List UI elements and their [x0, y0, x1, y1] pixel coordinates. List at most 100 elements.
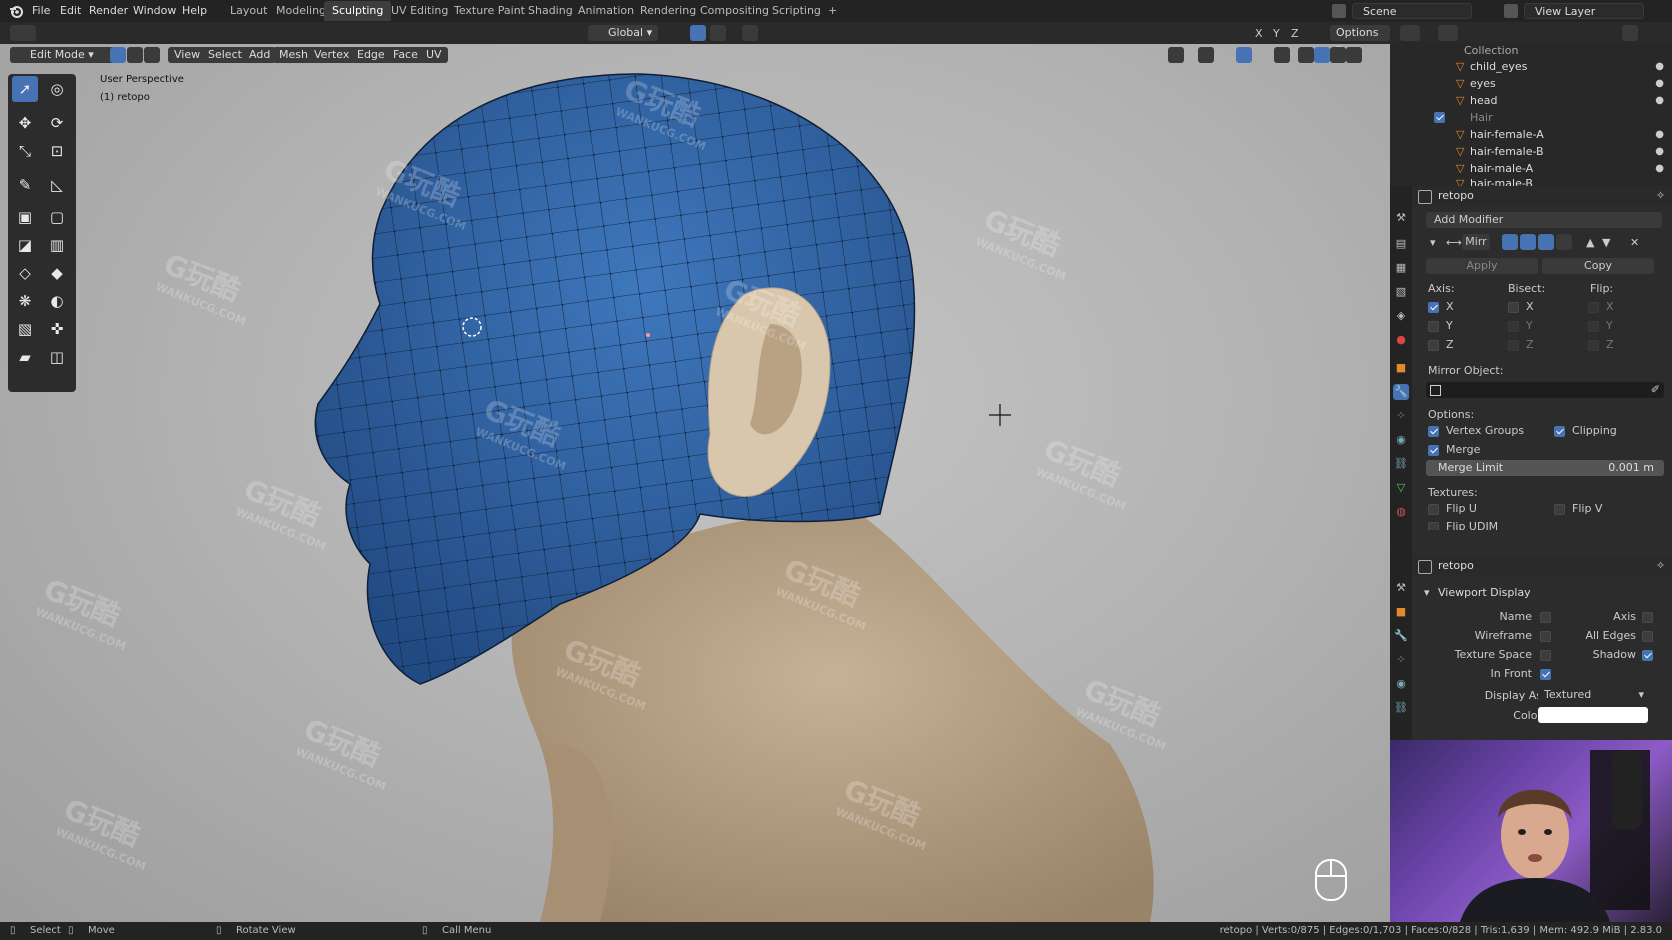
menu-window[interactable]: Window — [133, 4, 176, 17]
outliner-row-hair-male-b[interactable]: ▽ hair-male-B — [1390, 175, 1672, 186]
move-icon[interactable]: ✥ — [12, 110, 38, 136]
snap-target-icon[interactable] — [710, 25, 726, 41]
menu-select[interactable]: Select — [202, 47, 248, 63]
merge-limit-field[interactable]: Merge Limit 0.001 m — [1426, 460, 1664, 476]
flip-udim-checkbox[interactable] — [1428, 522, 1439, 530]
tool-settings-icon[interactable] — [46, 25, 62, 41]
inset-icon[interactable]: ▢ — [44, 204, 70, 230]
blender-logo-icon[interactable] — [8, 3, 24, 19]
snap-icon[interactable] — [690, 25, 706, 41]
axis-z-toggle[interactable]: Z — [1291, 27, 1299, 40]
clipping-checkbox[interactable] — [1554, 426, 1565, 437]
outliner-row-child-eyes[interactable]: ▽ child_eyes ● — [1390, 58, 1672, 75]
orientation-dropdown[interactable]: Global ▾ — [588, 25, 659, 41]
axis-z-checkbox[interactable] — [1428, 340, 1439, 351]
poly-build-icon[interactable]: ◆ — [44, 260, 70, 286]
extrude-icon[interactable]: ▣ — [12, 204, 38, 230]
axis-x-toggle[interactable]: X — [1255, 27, 1263, 40]
show-in-editmode-icon[interactable] — [1502, 234, 1518, 250]
gizmo-icon[interactable] — [1198, 47, 1214, 63]
view-layer-tab-icon[interactable]: ▧ — [1393, 284, 1409, 300]
name-checkbox[interactable] — [1540, 612, 1551, 623]
move-down-icon[interactable]: ▼ — [1602, 236, 1610, 249]
particles-tab-icon[interactable]: ⁘ — [1393, 408, 1409, 424]
view-layer-selector[interactable]: View Layer — [1524, 3, 1644, 19]
bisect-x-checkbox[interactable] — [1508, 302, 1519, 313]
constraints-tab-icon[interactable]: ⛓ — [1393, 700, 1409, 716]
proportional-edit-icon[interactable] — [742, 25, 758, 41]
add-workspace-button[interactable]: + — [820, 1, 845, 21]
modifier-tab-icon[interactable]: 🔧 — [1393, 384, 1409, 400]
render-tab-icon[interactable]: ▤ — [1393, 236, 1409, 252]
flip-z-checkbox[interactable] — [1588, 340, 1599, 351]
vertex-select-icon[interactable] — [110, 47, 126, 63]
tab-sculpting[interactable]: Sculpting — [324, 1, 392, 21]
scene-icon[interactable] — [1332, 4, 1346, 18]
rip-icon[interactable]: ◫ — [44, 344, 70, 370]
physics-tab-icon[interactable]: ◉ — [1393, 432, 1409, 448]
menu-uv[interactable]: UV — [420, 47, 448, 63]
options-dropdown[interactable]: Options ▾ — [1330, 25, 1390, 55]
show-render-icon[interactable] — [1538, 234, 1554, 250]
add-modifier-dropdown[interactable]: Add Modifier — [1426, 212, 1662, 228]
eye-icon[interactable]: ● — [1655, 75, 1664, 92]
tool-tab-icon[interactable]: ⚒ — [1393, 210, 1409, 226]
eye-icon[interactable]: ● — [1655, 58, 1664, 75]
output-tab-icon[interactable]: ▦ — [1393, 260, 1409, 276]
editor-type-icon[interactable] — [10, 25, 36, 41]
object-tab-icon[interactable]: ■ — [1393, 360, 1409, 376]
copy-button[interactable]: Copy — [1542, 258, 1654, 274]
flip-v-checkbox[interactable] — [1554, 504, 1565, 515]
spin-icon[interactable]: ❋ — [12, 288, 38, 314]
pin-icon[interactable]: ✧ — [1656, 559, 1665, 572]
menu-face[interactable]: Face — [387, 47, 424, 63]
show-viewport-icon[interactable] — [1520, 234, 1536, 250]
eye-icon[interactable]: ● — [1655, 126, 1664, 143]
axis-x-checkbox[interactable] — [1428, 302, 1439, 313]
shading-solid-icon[interactable] — [1314, 47, 1330, 63]
menu-file[interactable]: File — [32, 4, 50, 17]
outliner-row-hair-female-a[interactable]: ▽ hair-female-A ● — [1390, 126, 1672, 143]
outliner-row-collection[interactable]: Collection — [1390, 42, 1672, 59]
world-tab-icon[interactable]: ● — [1393, 332, 1409, 348]
texture-space-checkbox[interactable] — [1540, 650, 1551, 661]
color-swatch[interactable] — [1538, 707, 1648, 723]
menu-render[interactable]: Render — [89, 4, 128, 17]
scale-icon[interactable]: ⤡ — [12, 138, 38, 164]
eye-icon[interactable]: ● — [1655, 143, 1664, 160]
menu-view[interactable]: View — [168, 47, 207, 63]
search-icon[interactable] — [1484, 25, 1500, 41]
knife-icon[interactable]: ◇ — [12, 260, 38, 286]
data-tab-icon[interactable]: ▽ — [1393, 480, 1409, 496]
face-select-icon[interactable] — [144, 47, 160, 63]
shading-material-icon[interactable] — [1330, 47, 1346, 63]
display-as-dropdown[interactable]: Textured ▾ — [1538, 687, 1648, 703]
xray-icon[interactable] — [1274, 47, 1290, 63]
pin-icon[interactable]: ✧ — [1656, 189, 1665, 202]
collection-checkbox[interactable] — [1434, 112, 1445, 123]
menu-edge[interactable]: Edge — [351, 47, 391, 63]
outliner-editor-icon[interactable] — [1400, 25, 1420, 41]
3d-viewport[interactable]: User Perspective (1) retopo G玩酷 WANKUCG.C… — [0, 44, 1390, 922]
shadow-checkbox[interactable] — [1642, 650, 1653, 661]
show-on-cage-icon[interactable] — [1556, 234, 1572, 250]
apply-button[interactable]: Apply — [1426, 258, 1538, 274]
menu-edit[interactable]: Edit — [60, 4, 81, 17]
eye-icon[interactable]: ● — [1655, 92, 1664, 109]
rotate-icon[interactable]: ⟳ — [44, 110, 70, 136]
modifier-tab-icon[interactable]: 🔧 — [1393, 628, 1409, 644]
close-icon[interactable]: ✕ — [1630, 236, 1639, 249]
edge-slide-icon[interactable]: ▧ — [12, 316, 38, 342]
outliner-row-eyes[interactable]: ▽ eyes ● — [1390, 75, 1672, 92]
view-layer-icon[interactable] — [1504, 4, 1518, 18]
measure-icon[interactable]: ◺ — [44, 172, 70, 198]
overlay-icon[interactable] — [1236, 47, 1252, 63]
select-box-icon[interactable]: ➚ — [12, 76, 38, 102]
shear-icon[interactable]: ▰ — [12, 344, 38, 370]
mode-dropdown[interactable]: Edit Mode ▾ — [10, 47, 116, 63]
shrink-fatten-icon[interactable]: ✜ — [44, 316, 70, 342]
shading-wireframe-icon[interactable] — [1298, 47, 1314, 63]
particles-tab-icon[interactable]: ⁘ — [1393, 652, 1409, 668]
vertex-groups-checkbox[interactable] — [1428, 426, 1439, 437]
smooth-icon[interactable]: ◐ — [44, 288, 70, 314]
